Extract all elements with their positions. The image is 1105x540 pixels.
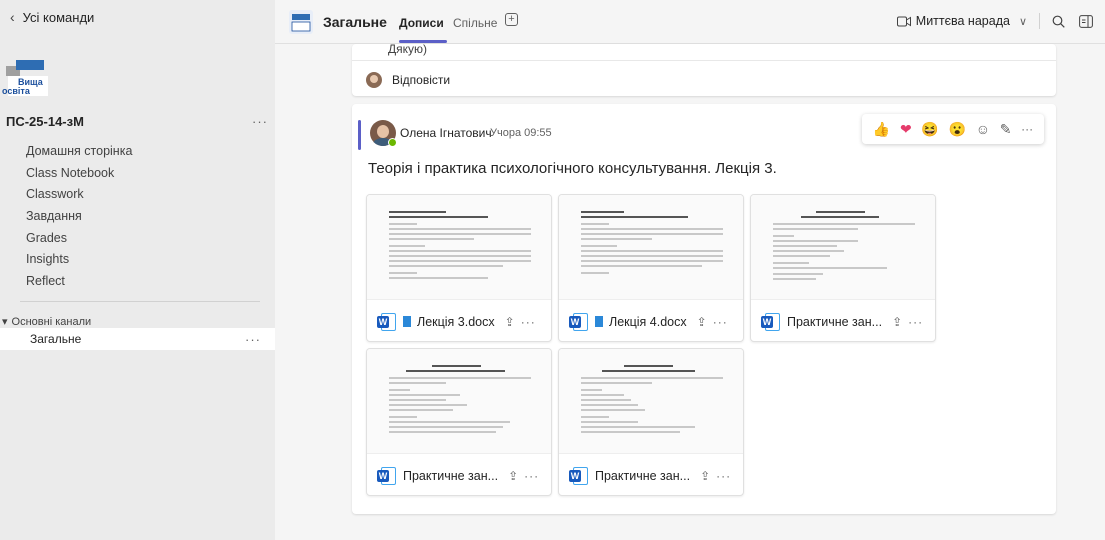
team-name: ПС-25-14-зМ bbox=[6, 114, 84, 129]
like-reaction-icon[interactable]: 👍 bbox=[873, 121, 890, 138]
nav-item-reflect[interactable]: Reflect bbox=[26, 271, 132, 293]
surprised-reaction-icon[interactable]: 😮 bbox=[949, 121, 966, 138]
nav-item-insights[interactable]: Insights bbox=[26, 249, 132, 271]
channel-title: Загальне bbox=[323, 14, 387, 30]
file-card[interactable]: W Практичне зан... ⇪ ··· bbox=[366, 348, 552, 496]
header-separator bbox=[1039, 13, 1040, 29]
team-nav: Домашня сторінка Class Notebook Classwor… bbox=[26, 141, 132, 293]
share-icon[interactable]: ⇪ bbox=[697, 315, 707, 329]
previous-post: Дякую) Відповісти bbox=[352, 42, 1056, 96]
file-name[interactable]: Лекція 3.docx bbox=[417, 315, 495, 329]
word-file-icon: W bbox=[377, 312, 397, 332]
meet-now-button[interactable]: Миттєва нарада ∨ bbox=[896, 14, 1027, 28]
word-file-icon: W bbox=[569, 466, 589, 486]
file-color-marker bbox=[403, 316, 411, 327]
logo-text-2: освіта bbox=[2, 86, 31, 96]
team-header[interactable]: ПС-25-14-зМ ··· bbox=[6, 114, 268, 129]
file-preview bbox=[367, 195, 551, 299]
file-color-marker bbox=[595, 316, 603, 327]
meet-now-label: Миттєва нарада bbox=[915, 14, 1010, 28]
add-reaction-icon[interactable]: ☺ bbox=[976, 121, 990, 137]
user-avatar bbox=[366, 72, 382, 88]
caret-down-icon: ▾ bbox=[2, 316, 8, 328]
channels-header-label: Основні канали bbox=[11, 315, 92, 328]
channel-label: Загальне bbox=[30, 332, 82, 346]
word-file-icon: W bbox=[569, 312, 589, 332]
sidebar-divider bbox=[20, 301, 260, 302]
back-label: Усі команди bbox=[22, 9, 95, 25]
video-camera-icon bbox=[896, 16, 911, 26]
more-options-icon[interactable]: ··· bbox=[716, 469, 731, 483]
nav-item-grades[interactable]: Grades bbox=[26, 228, 132, 250]
file-preview bbox=[751, 195, 935, 299]
file-preview bbox=[367, 349, 551, 453]
more-options-icon[interactable]: ··· bbox=[713, 315, 728, 329]
file-name[interactable]: Лекція 4.docx bbox=[609, 315, 687, 329]
file-footer: W Практичне зан... ⇪ ··· bbox=[367, 453, 551, 495]
post-title: Теорія і практика психологічного консуль… bbox=[368, 160, 777, 177]
file-preview bbox=[559, 195, 743, 299]
file-card[interactable]: W Лекція 3.docx ⇪ ··· bbox=[366, 194, 552, 342]
laugh-reaction-icon[interactable]: 😆 bbox=[921, 121, 938, 138]
chevron-down-icon: ∨ bbox=[1018, 15, 1027, 28]
reply-divider bbox=[352, 60, 1056, 61]
more-options-icon[interactable]: ··· bbox=[524, 469, 539, 483]
back-to-all-teams[interactable]: ‹ Усі команди bbox=[10, 9, 94, 25]
file-card[interactable]: W Практичне зан... ⇪ ··· bbox=[558, 348, 744, 496]
file-name[interactable]: Практичне зан... bbox=[595, 469, 690, 483]
search-icon[interactable] bbox=[1052, 15, 1065, 28]
channel-header: Загальне Дописи Спільне + Миттєва нарада… bbox=[275, 0, 1105, 44]
add-tab-icon[interactable]: + bbox=[505, 13, 518, 26]
channel-more-icon[interactable]: ··· bbox=[245, 332, 261, 347]
tab-shared[interactable]: Спільне bbox=[453, 16, 497, 30]
word-file-icon: W bbox=[377, 466, 397, 486]
channel-team-icon bbox=[289, 10, 313, 34]
chevron-left-icon: ‹ bbox=[10, 9, 15, 25]
share-icon[interactable]: ⇪ bbox=[508, 469, 518, 483]
file-footer: W Практичне зан... ⇪ ··· bbox=[751, 299, 935, 341]
nav-item-assignments[interactable]: Завдання bbox=[26, 206, 132, 228]
post-author[interactable]: Олена Ігнатович bbox=[400, 126, 492, 140]
team-more-icon[interactable]: ··· bbox=[252, 114, 268, 129]
header-actions: Миттєва нарада ∨ bbox=[896, 13, 1093, 29]
file-name[interactable]: Практичне зан... bbox=[403, 469, 498, 483]
share-icon[interactable]: ⇪ bbox=[505, 315, 515, 329]
more-options-icon[interactable]: ··· bbox=[1021, 122, 1033, 136]
reply-button[interactable]: Відповісти bbox=[366, 72, 450, 88]
nav-item-classwork[interactable]: Classwork bbox=[26, 184, 132, 206]
channel-info-icon[interactable] bbox=[1079, 14, 1093, 28]
more-options-icon[interactable]: ··· bbox=[908, 315, 923, 329]
file-footer: W Практичне зан... ⇪ ··· bbox=[559, 453, 743, 495]
word-file-icon: W bbox=[761, 312, 781, 332]
team-logo: Вища освіта bbox=[0, 52, 58, 100]
post-card: Олена Ігнатович Учора 09:55 👍 ❤ 😆 😮 ☺ ✎ … bbox=[352, 104, 1056, 514]
file-card[interactable]: W Лекція 4.docx ⇪ ··· bbox=[558, 194, 744, 342]
edit-icon[interactable]: ✎ bbox=[1000, 121, 1012, 138]
file-preview bbox=[559, 349, 743, 453]
file-footer: W Лекція 3.docx ⇪ ··· bbox=[367, 299, 551, 341]
post-timestamp: Учора 09:55 bbox=[490, 127, 552, 139]
channel-item-general[interactable]: Загальне ··· bbox=[0, 328, 275, 350]
left-sidebar: ‹ Усі команди Вища освіта ПС-25-14-зМ ··… bbox=[0, 0, 275, 540]
share-icon[interactable]: ⇪ bbox=[892, 315, 902, 329]
nav-item-home[interactable]: Домашня сторінка bbox=[26, 141, 132, 163]
reply-label: Відповісти bbox=[392, 73, 451, 87]
file-footer: W Лекція 4.docx ⇪ ··· bbox=[559, 299, 743, 341]
presence-available-icon bbox=[388, 138, 397, 147]
file-card[interactable]: W Практичне зан... ⇪ ··· bbox=[750, 194, 936, 342]
file-name[interactable]: Практичне зан... bbox=[787, 315, 882, 329]
nav-item-class-notebook[interactable]: Class Notebook bbox=[26, 163, 132, 185]
channels-header[interactable]: ▾ Основні канали bbox=[2, 315, 92, 329]
reaction-bar: 👍 ❤ 😆 😮 ☺ ✎ ··· bbox=[862, 114, 1044, 144]
more-options-icon[interactable]: ··· bbox=[521, 315, 536, 329]
heart-reaction-icon[interactable]: ❤ bbox=[900, 121, 912, 138]
previous-post-text: Дякую) bbox=[388, 42, 428, 56]
post-accent-bar bbox=[358, 120, 361, 150]
share-icon[interactable]: ⇪ bbox=[700, 469, 710, 483]
tab-posts[interactable]: Дописи bbox=[399, 16, 444, 30]
